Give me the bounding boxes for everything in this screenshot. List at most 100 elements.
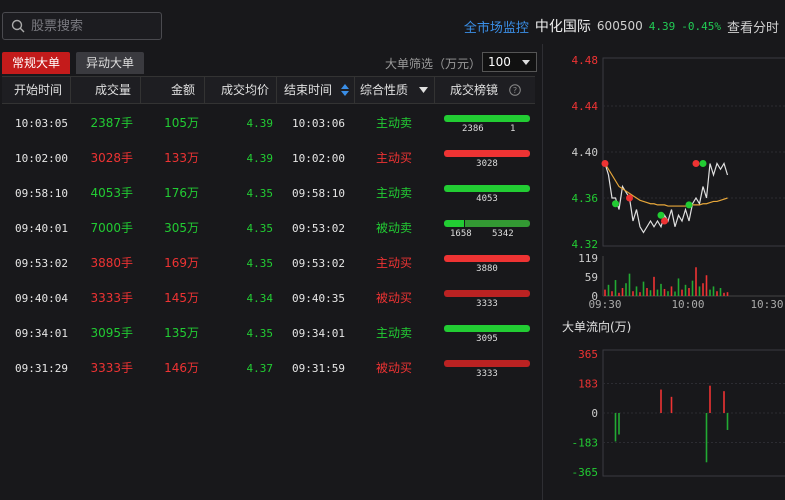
cell-avg-price: 4.35 (246, 222, 274, 235)
trade-mirror-bar (444, 325, 530, 332)
market-monitor-link[interactable]: 全市场监控 (464, 17, 529, 36)
trade-marker (692, 160, 700, 167)
cell-start-time: 09:34:01 (15, 327, 68, 340)
trade-mirror-bar (444, 150, 530, 157)
volume-bar (642, 281, 645, 296)
svg-text:?: ? (513, 86, 517, 95)
tab-abnormal-orders[interactable]: 异动大单 (76, 52, 145, 74)
cell-end-time: 09:31:59 (292, 362, 345, 375)
cell-amount: 305万 (164, 221, 199, 235)
bar-segment (444, 325, 530, 332)
bar-value-label: 5342 (492, 229, 514, 239)
volume-bar (716, 291, 718, 296)
cell-start-time: 10:03:05 (15, 117, 68, 130)
col-trade-mirror-label: 成交榜镜 (450, 83, 499, 97)
filter-dropdown-icon[interactable] (419, 87, 428, 93)
trade-marker (601, 160, 609, 167)
table-row[interactable]: 09:40:04 3333手 145万 4.34 09:40:35 被动买 3333 (2, 281, 535, 316)
cell-avg-price: 4.39 (246, 152, 274, 165)
flow-bar (670, 396, 673, 413)
filter-amount-select[interactable]: 100 (482, 52, 537, 72)
volume-bar (688, 288, 690, 296)
volume-bar (607, 284, 610, 296)
price-y-tick: 4.44 (572, 100, 599, 113)
flow-bar (726, 413, 729, 430)
cell-start-time: 09:40:04 (15, 292, 68, 305)
col-end-time[interactable]: 结束时间 (276, 77, 354, 104)
view-timeshare-link[interactable]: 查看分时 (727, 17, 779, 36)
volume-bar (712, 286, 715, 296)
cell-nature: 被动买 (376, 291, 413, 305)
table-row[interactable]: 09:53:02 3880手 169万 4.35 09:53:02 主动买 3880 (2, 246, 535, 281)
volume-bar (632, 291, 634, 296)
flow-bar (705, 413, 708, 463)
panel-divider (542, 44, 543, 500)
bar-value-label: 1658 (450, 229, 472, 239)
volume-bar (684, 284, 687, 296)
cell-start-time: 09:40:01 (15, 222, 68, 235)
bar-segment (464, 220, 530, 227)
table-row[interactable]: 10:03:05 2387手 105万 4.39 10:03:06 主动卖 2386 1 (2, 106, 535, 141)
table-header: 开始时间 成交量 金额 成交均价 结束时间 综合性质 成交榜镜 ? (2, 76, 535, 104)
stock-change: -0.45% (681, 19, 721, 33)
bar-segment (444, 255, 530, 262)
col-amount[interactable]: 金额 (140, 77, 204, 104)
cell-amount: 133万 (164, 151, 199, 165)
volume-bar (639, 292, 641, 296)
volume-bar (611, 291, 613, 296)
cell-volume: 2387手 (90, 116, 133, 130)
trade-mirror-bar (444, 290, 530, 297)
col-volume[interactable]: 成交量 (70, 77, 140, 104)
table-row[interactable]: 10:02:00 3028手 133万 4.39 10:02:00 主动买 3028 (2, 141, 535, 176)
col-avg-price[interactable]: 成交均价 (204, 77, 276, 104)
volume-bar (646, 288, 648, 296)
volume-bar (709, 289, 711, 296)
bar-segment (444, 150, 530, 157)
flow-bar (660, 389, 662, 413)
trade-marker (626, 194, 633, 202)
cell-avg-price: 4.34 (246, 292, 274, 305)
cell-avg-price: 4.35 (246, 187, 274, 200)
volume-y-tick: 119 (578, 252, 598, 265)
search-input[interactable] (31, 17, 151, 35)
flow-chart-title: 大单流向(万) (562, 320, 632, 334)
volume-bar (702, 283, 704, 296)
price-y-tick: 4.36 (572, 192, 599, 205)
cell-nature: 主动买 (376, 256, 413, 270)
volume-bar (628, 273, 631, 296)
flow-y-tick: -183 (572, 437, 599, 450)
cell-amount: 146万 (164, 361, 199, 375)
cell-avg-price: 4.35 (246, 257, 274, 270)
time-x-tick: 09:30 (588, 298, 621, 311)
table-row[interactable]: 09:31:29 3333手 146万 4.37 09:31:59 被动买 3333 (2, 351, 535, 386)
col-end-time-label: 结束时间 (284, 83, 333, 97)
cell-start-time: 09:53:02 (15, 257, 68, 270)
bar-segment (444, 360, 530, 367)
col-start-time[interactable]: 开始时间 (14, 77, 62, 104)
bar-segment (444, 220, 465, 227)
tab-regular-orders[interactable]: 常规大单 (2, 52, 71, 74)
cell-amount: 176万 (164, 186, 199, 200)
time-x-tick: 10:30 (750, 298, 783, 311)
chart-canvas: 4.48 4.44 4.40 4.36 4.32119 59 0 09:30 10:00 10:3… (572, 54, 785, 479)
cell-amount: 135万 (164, 326, 199, 340)
volume-bar (625, 283, 627, 296)
flow-plot-frame (602, 349, 785, 477)
cell-nature: 主动买 (376, 151, 413, 165)
trade-mirror-bar (444, 115, 530, 122)
table-row[interactable]: 09:58:10 4053手 176万 4.35 09:58:10 主动卖 4053 (2, 176, 535, 211)
bar-value-label: 2386 (462, 124, 484, 134)
bar-segment (444, 115, 530, 122)
table-row[interactable]: 09:34:01 3095手 135万 4.35 09:34:01 主动卖 3095 (2, 316, 535, 351)
volume-bar (604, 289, 606, 296)
cell-nature: 被动买 (376, 361, 413, 375)
volume-bar (705, 275, 708, 296)
stock-search-box[interactable] (2, 12, 162, 40)
trade-mirror-bar (444, 220, 530, 227)
table-row[interactable]: 09:40:01 7000手 305万 4.35 09:53:02 被动卖 1658 5342 (2, 211, 535, 246)
col-nature[interactable]: 综合性质 (354, 77, 434, 104)
stock-name: 中化国际 (534, 19, 591, 35)
help-icon[interactable]: ? (509, 84, 521, 96)
flow-bar (709, 385, 711, 413)
sort-icon[interactable] (341, 84, 349, 96)
